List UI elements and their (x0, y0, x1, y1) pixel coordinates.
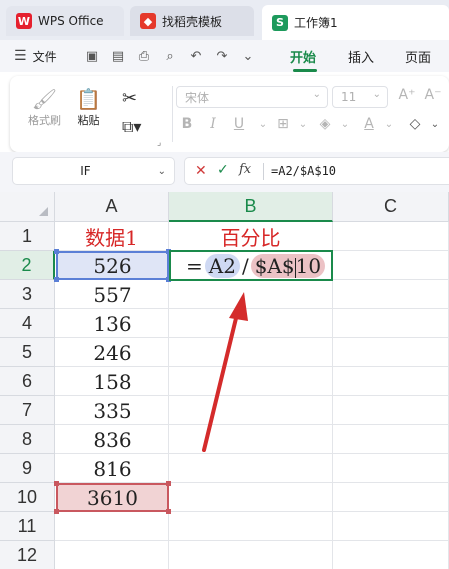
arrow-shaft (202, 308, 240, 452)
arrow-head (229, 292, 248, 321)
annotation-arrow (202, 292, 248, 452)
